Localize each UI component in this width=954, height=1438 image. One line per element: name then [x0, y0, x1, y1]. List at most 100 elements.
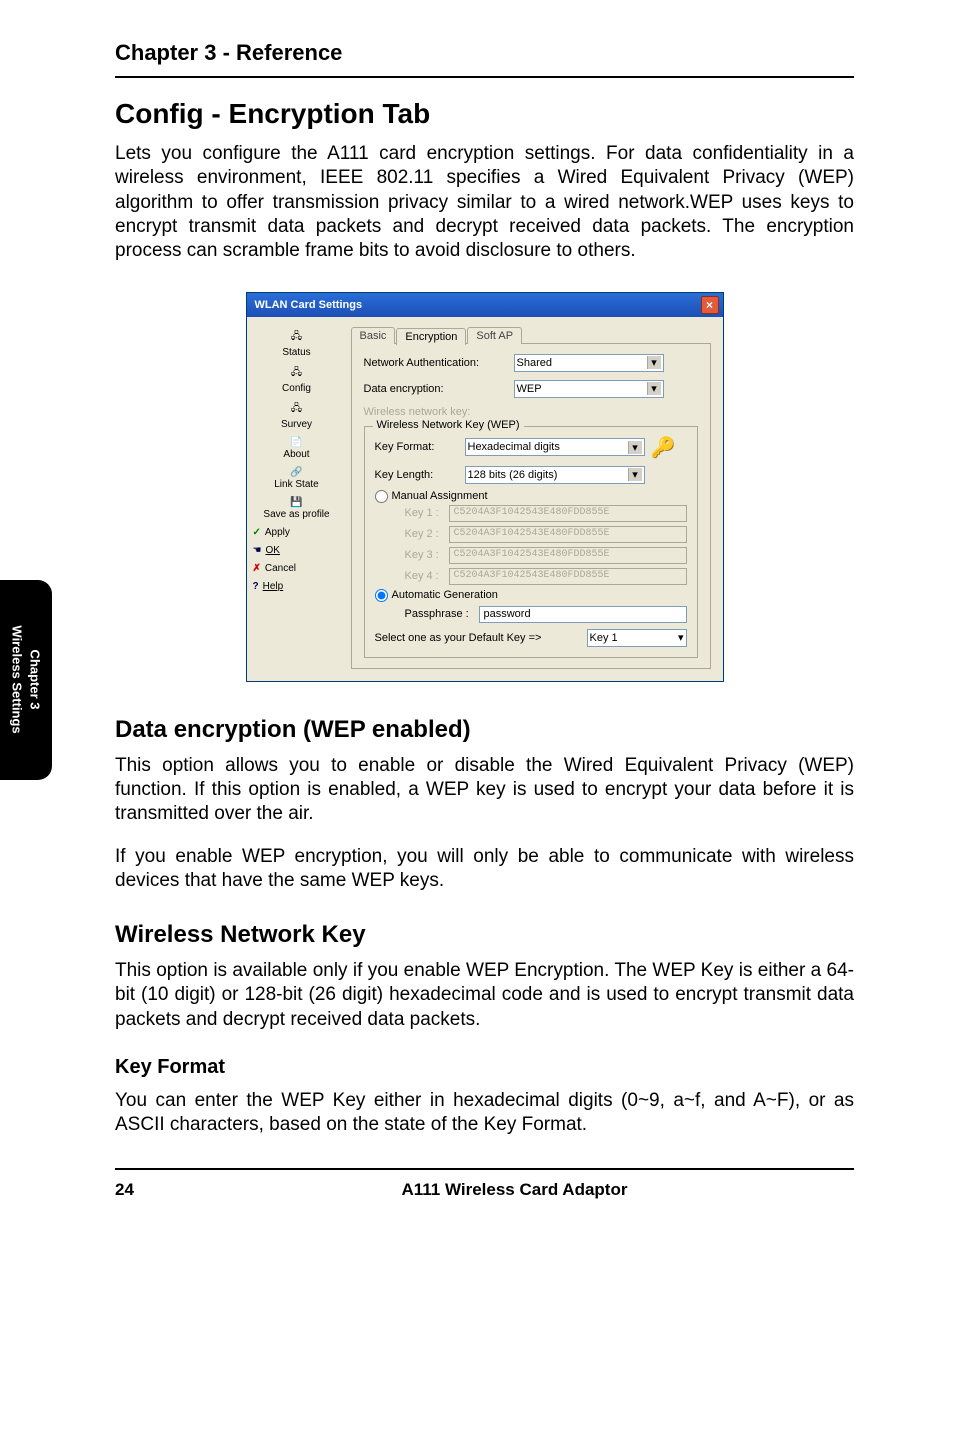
data-enc-value: WEP — [517, 383, 542, 395]
side-tab-text: Chapter 3 Wireless Settings — [8, 626, 43, 734]
help-icon: ? — [253, 581, 259, 592]
auto-radio-row[interactable]: Automatic Generation — [375, 589, 687, 602]
pass-input[interactable]: password — [479, 606, 687, 623]
sidebar-label-help: Help — [263, 581, 284, 592]
sidebar-item-status[interactable]: 🖧 Status — [253, 327, 341, 360]
heading-wnk: Wireless Network Key — [115, 921, 854, 949]
key3-input: C5204A3F1042543E480FDD855E — [449, 547, 687, 564]
tab-encryption[interactable]: Encryption — [396, 328, 466, 345]
key3-label: Key 3 : — [405, 549, 449, 561]
chevron-down-icon: ▾ — [678, 631, 684, 644]
key-format-value: Hexadecimal digits — [468, 441, 560, 453]
manual-radio-row[interactable]: Manual Assignment — [375, 490, 687, 503]
data-enc-label: Data encryption: — [364, 383, 514, 395]
auto-radio[interactable] — [375, 589, 388, 602]
status-icon: 🖧 — [291, 329, 302, 346]
manual-radio[interactable] — [375, 490, 388, 503]
sidebar-label-cancel: Cancel — [265, 563, 296, 574]
auto-label: Automatic Generation — [392, 589, 498, 601]
data-enc-p1: This option allows you to enable or disa… — [115, 754, 854, 827]
key4-input: C5204A3F1042543E480FDD855E — [449, 568, 687, 585]
chevron-down-icon: ▾ — [647, 356, 661, 369]
sidebar-item-config[interactable]: 🖧 Config — [253, 363, 341, 396]
close-icon: × — [706, 298, 713, 312]
side-tab: Chapter 3 Wireless Settings — [0, 580, 52, 780]
sidebar-item-help[interactable]: ? Help — [253, 579, 341, 594]
sidebar-label-ok: OK — [265, 545, 279, 556]
sidebar-label-apply: Apply — [265, 527, 290, 538]
chevron-down-icon: ▾ — [647, 382, 661, 395]
sidebar-label-survey: Survey — [281, 419, 312, 430]
key-length-label: Key Length: — [375, 469, 465, 481]
side-tab-line1: Chapter 3 — [28, 650, 43, 710]
data-enc-p2: If you enable WEP encryption, you will o… — [115, 845, 854, 894]
sidebar-label-linkstate: Link State — [274, 479, 318, 490]
key1-input: C5204A3F1042543E480FDD855E — [449, 505, 687, 522]
cancel-icon: ✗ — [253, 563, 261, 574]
keys-icon: 🔑 — [651, 435, 676, 460]
apply-icon: ✓ — [253, 527, 261, 538]
wep-groupbox: Wireless Network Key (WEP) Key Format: H… — [364, 426, 698, 658]
key4-label: Key 4 : — [405, 570, 449, 582]
net-auth-label: Network Authentication: — [364, 357, 514, 369]
net-auth-select[interactable]: Shared ▾ — [514, 354, 664, 372]
pass-label: Passphrase : — [405, 608, 479, 620]
key-format-p: You can enter the WEP Key either in hexa… — [115, 1089, 854, 1138]
ok-icon: ☚ — [253, 545, 262, 556]
encryption-panel: Network Authentication: Shared ▾ Data en… — [351, 343, 711, 669]
wnk-disabled-label: Wireless network key: — [364, 406, 514, 418]
close-button[interactable]: × — [701, 296, 719, 314]
dialog-sidebar: 🖧 Status 🖧 Config 🖧 Survey 📄 About — [253, 323, 341, 675]
chevron-down-icon: ▾ — [628, 468, 642, 481]
chapter-header: Chapter 3 - Reference — [115, 40, 854, 66]
config-icon: 🖧 — [291, 365, 302, 382]
save-icon: 💾 — [290, 497, 302, 508]
sidebar-label-status: Status — [282, 347, 310, 358]
wnk-p: This option is available only if you ena… — [115, 959, 854, 1032]
manual-label: Manual Assignment — [392, 490, 488, 502]
sidebar-item-about[interactable]: 📄 About — [253, 435, 341, 462]
dialog-figure: WLAN Card Settings × 🖧 Status 🖧 Config 🖧 — [115, 292, 854, 682]
page-title: Config - Encryption Tab — [115, 98, 854, 130]
default-key-label: Select one as your Default Key => — [375, 632, 587, 644]
window-title: WLAN Card Settings — [255, 299, 701, 311]
header-divider — [115, 76, 854, 78]
data-enc-select[interactable]: WEP ▾ — [514, 380, 664, 398]
sidebar-item-cancel[interactable]: ✗ Cancel — [253, 561, 341, 576]
sidebar-label-about: About — [283, 449, 309, 460]
sidebar-item-apply[interactable]: ✓ Apply — [253, 525, 341, 540]
key-format-label: Key Format: — [375, 441, 465, 453]
tab-softap[interactable]: Soft AP — [467, 327, 522, 344]
intro-paragraph: Lets you configure the A111 card encrypt… — [115, 142, 854, 264]
tab-strip: Basic Encryption Soft AP — [351, 327, 711, 344]
wep-legend: Wireless Network Key (WEP) — [373, 419, 524, 431]
about-icon: 📄 — [290, 437, 302, 448]
tab-basic[interactable]: Basic — [351, 327, 396, 344]
key-format-select[interactable]: Hexadecimal digits ▾ — [465, 438, 645, 456]
heading-key-format: Key Format — [115, 1056, 854, 1079]
survey-icon: 🖧 — [291, 401, 302, 418]
default-key-value: Key 1 — [590, 632, 618, 644]
wlan-settings-dialog: WLAN Card Settings × 🖧 Status 🖧 Config 🖧 — [246, 292, 724, 682]
key-length-select[interactable]: 128 bits (26 digits) ▾ — [465, 466, 645, 484]
page-number: 24 — [115, 1180, 175, 1200]
sidebar-label-config: Config — [282, 383, 311, 394]
side-tab-line2: Wireless Settings — [10, 626, 25, 734]
sidebar-item-survey[interactable]: 🖧 Survey — [253, 399, 341, 432]
default-key-select[interactable]: Key 1 ▾ — [587, 629, 687, 647]
key1-label: Key 1 : — [405, 507, 449, 519]
footer-title: A111 Wireless Card Adaptor — [175, 1180, 854, 1200]
sidebar-label-save: Save as profile — [263, 509, 329, 520]
key2-label: Key 2 : — [405, 528, 449, 540]
titlebar[interactable]: WLAN Card Settings × — [247, 293, 723, 317]
link-state-icon: 🔗 — [290, 467, 302, 478]
heading-data-encryption: Data encryption (WEP enabled) — [115, 716, 854, 744]
key2-input: C5204A3F1042543E480FDD855E — [449, 526, 687, 543]
sidebar-item-link-state[interactable]: 🔗 Link State — [253, 465, 341, 492]
footer-bar: 24 A111 Wireless Card Adaptor — [115, 1168, 854, 1200]
sidebar-item-save[interactable]: 💾 Save as profile — [253, 495, 341, 522]
net-auth-value: Shared — [517, 357, 552, 369]
chevron-down-icon: ▾ — [628, 441, 642, 454]
sidebar-item-ok[interactable]: ☚ OK — [253, 543, 341, 558]
key-length-value: 128 bits (26 digits) — [468, 469, 558, 481]
